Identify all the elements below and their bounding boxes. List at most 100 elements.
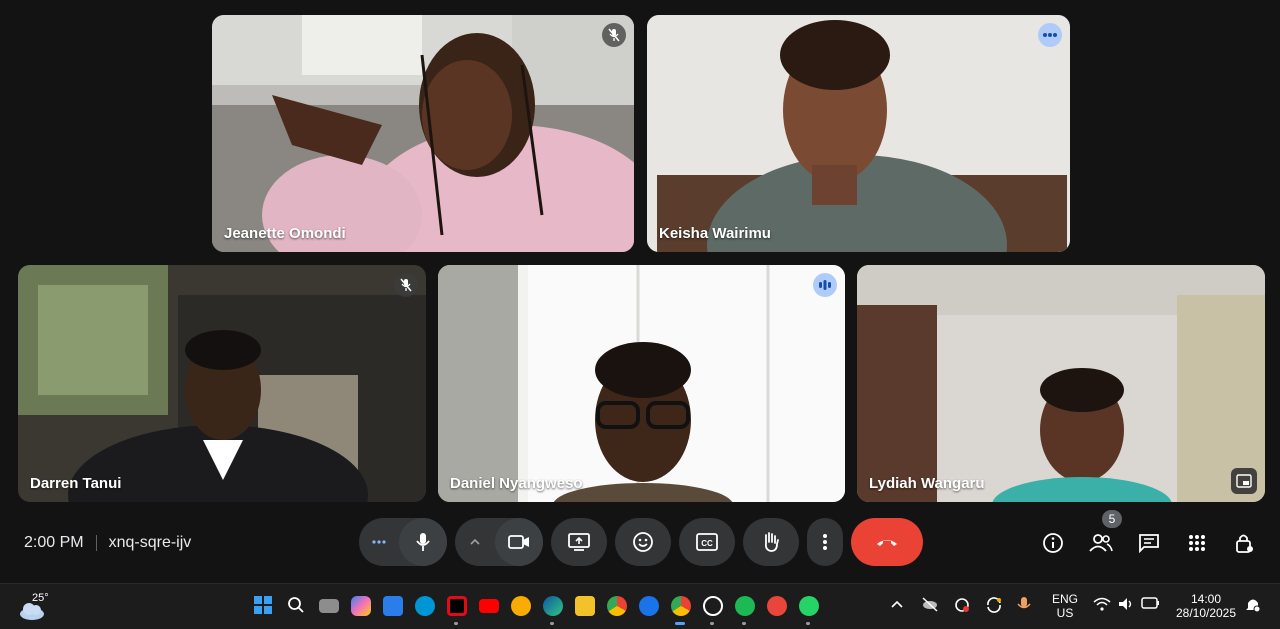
- chat-icon: [1139, 534, 1159, 553]
- reactions-button[interactable]: [615, 518, 671, 566]
- video-control-group: [455, 518, 543, 566]
- meeting-info: 2:00 PM xnq-sqre-ijv: [24, 534, 191, 552]
- participant-tile-daniel[interactable]: Daniel Nyangweso: [438, 265, 845, 502]
- host-controls-icon: [1236, 534, 1253, 553]
- video-feed: [857, 265, 1265, 502]
- wifi-icon[interactable]: [1093, 596, 1113, 616]
- call-control-bar: 2:00 PM xnq-sqre-ijv CC 5: [0, 510, 1280, 574]
- audio-options-button[interactable]: [359, 518, 399, 566]
- help-icon[interactable]: [639, 596, 659, 616]
- task-view-icon[interactable]: [319, 599, 339, 613]
- leave-call-button[interactable]: [851, 518, 923, 566]
- refresh-icon[interactable]: [985, 596, 1005, 616]
- running-indicator: [742, 622, 746, 625]
- mic-off-icon: [608, 28, 620, 42]
- phone-hangup-icon: [877, 540, 897, 546]
- running-indicator: [675, 622, 685, 625]
- emoji-icon: [633, 532, 653, 552]
- copilot-icon[interactable]: [351, 596, 371, 616]
- mic-off-badge: [394, 273, 418, 297]
- running-indicator: [550, 622, 554, 625]
- speaking-indicator: [813, 273, 837, 297]
- running-indicator: [454, 622, 458, 625]
- chrome-icon[interactable]: [607, 596, 627, 616]
- captions-button[interactable]: CC: [679, 518, 735, 566]
- search-icon[interactable]: [287, 596, 307, 616]
- hand-icon: [764, 532, 779, 552]
- participant-name: Keisha Wairimu: [659, 225, 771, 242]
- volume-icon[interactable]: [1117, 596, 1137, 616]
- chevron-up-icon: [470, 538, 480, 545]
- participant-tile-darren[interactable]: Darren Tanui: [18, 265, 426, 502]
- more-options-button[interactable]: [807, 518, 843, 566]
- netflix-icon[interactable]: [447, 596, 467, 616]
- clock[interactable]: 14:00 28/10/2025: [1170, 592, 1242, 620]
- host-controls-button[interactable]: [1232, 530, 1258, 556]
- video-options-button[interactable]: [455, 518, 495, 566]
- divider: [95, 535, 97, 551]
- audio-control-group: [359, 518, 447, 566]
- edge-icon[interactable]: [543, 596, 563, 616]
- whatsapp-icon[interactable]: [799, 596, 819, 616]
- present-button[interactable]: [551, 518, 607, 566]
- sync-icon[interactable]: [953, 596, 973, 616]
- spotify-icon[interactable]: [735, 596, 755, 616]
- youtube-icon[interactable]: [479, 599, 499, 613]
- more-options-badge[interactable]: [1038, 23, 1062, 47]
- raise-hand-button[interactable]: [743, 518, 799, 566]
- mic-off-icon: [400, 278, 412, 292]
- chevron-up-icon[interactable]: [889, 596, 909, 616]
- mic-button[interactable]: [399, 518, 447, 566]
- participant-name: Lydiah Wangaru: [869, 475, 985, 492]
- openai-icon[interactable]: [703, 596, 723, 616]
- meeting-stage: Jeanette Omondi Keisha Wairimu Darren Ta…: [0, 0, 1280, 583]
- hp-icon[interactable]: [415, 596, 435, 616]
- info-icon: [1043, 533, 1063, 553]
- weather-widget[interactable]: 25°: [18, 592, 49, 622]
- video-feed: [18, 265, 426, 502]
- people-icon: [1089, 534, 1113, 552]
- svg-text:CC: CC: [701, 539, 713, 548]
- video-feed: [647, 15, 1070, 252]
- apps-icon: [1189, 535, 1205, 551]
- participant-tile-keisha[interactable]: Keisha Wairimu: [647, 15, 1070, 252]
- vertical-dots-icon: [823, 534, 827, 550]
- mic-icon: [416, 533, 430, 551]
- start-icon[interactable]: [254, 596, 274, 616]
- audio-wave-icon: [819, 280, 831, 290]
- file-explorer-icon[interactable]: [575, 596, 595, 616]
- chrome-canary-icon[interactable]: [511, 596, 531, 616]
- os-taskbar: 25° ENG US 14:00 28/10/2025: [0, 583, 1280, 629]
- participant-tile-lydiah[interactable]: Lydiah Wangaru: [857, 265, 1265, 502]
- mic-off-badge: [602, 23, 626, 47]
- meeting-details-button[interactable]: [1040, 530, 1066, 556]
- participant-name: Darren Tanui: [30, 475, 122, 492]
- captions-icon: CC: [696, 533, 718, 551]
- meeting-time: 2:00 PM: [24, 534, 84, 551]
- media-app-icon[interactable]: [767, 596, 787, 616]
- store-icon[interactable]: [383, 596, 403, 616]
- notifications-icon[interactable]: [1245, 596, 1265, 616]
- chat-button[interactable]: [1136, 530, 1162, 556]
- running-indicator: [806, 622, 810, 625]
- ellipsis-icon: [372, 540, 386, 544]
- people-button[interactable]: [1088, 530, 1114, 556]
- chrome-active-icon[interactable]: [671, 596, 691, 616]
- ellipsis-icon: [1043, 33, 1057, 37]
- participant-name: Daniel Nyangweso: [450, 475, 583, 492]
- activities-button[interactable]: [1184, 530, 1210, 556]
- video-feed: [212, 15, 634, 252]
- participant-tile-jeanette[interactable]: Jeanette Omondi: [212, 15, 634, 252]
- input-language[interactable]: ENG US: [1049, 592, 1081, 620]
- pip-icon: [1236, 474, 1252, 488]
- present-screen-icon: [568, 533, 590, 551]
- participant-name: Jeanette Omondi: [224, 225, 346, 242]
- video-feed: [438, 265, 845, 502]
- microphone-in-use-icon[interactable]: [1017, 596, 1037, 616]
- weather-temperature: 25°: [32, 592, 49, 604]
- battery-icon[interactable]: [1141, 596, 1161, 616]
- running-indicator: [710, 622, 714, 625]
- picture-in-picture-button[interactable]: [1231, 468, 1257, 494]
- camera-button[interactable]: [495, 518, 543, 566]
- cloud-off-icon[interactable]: [921, 596, 941, 616]
